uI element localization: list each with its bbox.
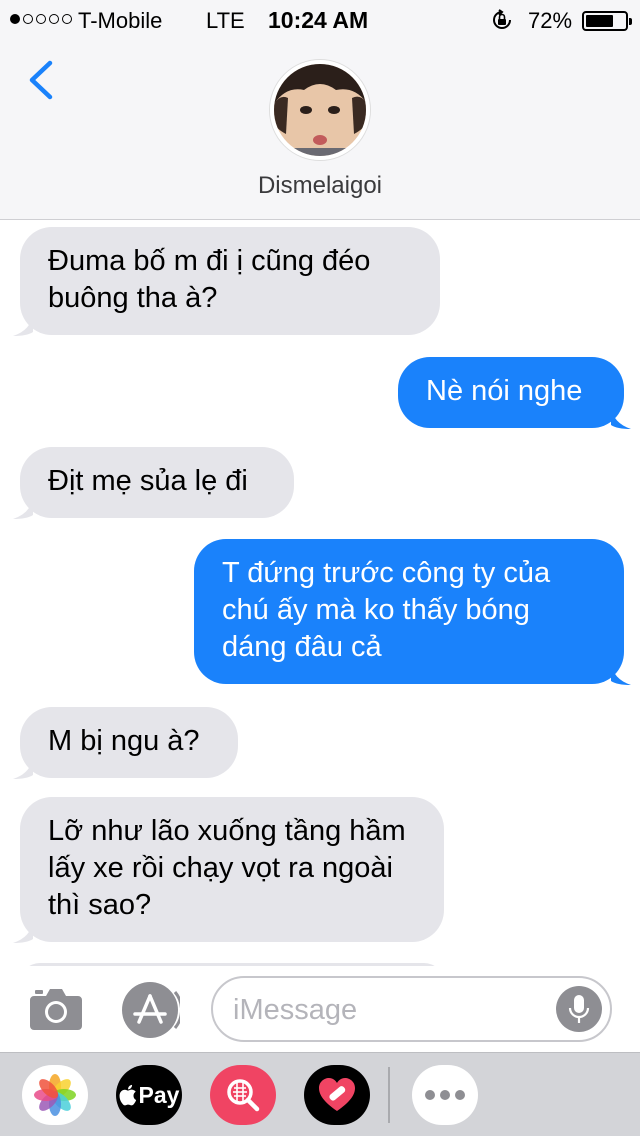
signal-strength-icon — [10, 14, 72, 24]
outgoing-message-bubble[interactable]: Nè nói nghe — [398, 357, 631, 429]
incoming-message-bubble[interactable]: Địt mẹ sủa lẹ đi — [13, 447, 294, 519]
message-text: Địt mẹ sủa lẹ đi — [48, 465, 248, 497]
apple-logo-icon — [119, 1084, 136, 1106]
more-icon[interactable] — [412, 1065, 478, 1125]
apple-pay-label: Pay — [138, 1081, 180, 1108]
bubble-tail — [13, 757, 33, 779]
network-type: LTE — [206, 8, 245, 33]
imessage-field[interactable] — [211, 976, 612, 1042]
bubble-tail — [13, 497, 33, 519]
app-drawer: Pay — [0, 1052, 640, 1136]
chevron-left-icon[interactable] — [26, 60, 56, 100]
drawer-divider — [388, 1067, 390, 1123]
message-list[interactable]: Đuma bố m đi ị cũng đéo buông tha à? Nè … — [0, 221, 640, 966]
bubble-tail — [13, 921, 33, 943]
incoming-message-bubble[interactable]: Đuma bố m đi ị cũng đéo buông tha à? — [13, 227, 440, 336]
app-store-icon[interactable] — [120, 980, 180, 1040]
carrier-name: T-Mobile — [78, 8, 163, 33]
battery-percent: 72% — [528, 8, 573, 33]
camera-icon[interactable] — [28, 984, 84, 1032]
message-input-bar — [0, 966, 640, 1052]
image-search-icon[interactable] — [210, 1065, 276, 1125]
message-text: Đuma bố m đi ị cũng đéo buông tha à? — [48, 245, 371, 314]
bubble-tail — [611, 407, 631, 429]
battery-icon — [582, 11, 632, 31]
message-text: M bị ngu à? — [48, 725, 200, 757]
contact-name[interactable]: Dismelaigoi — [0, 172, 640, 200]
apple-pay-icon[interactable]: Pay — [116, 1065, 182, 1125]
message-text: T đứng trước công ty của chú ấy mà ko th… — [222, 557, 551, 663]
status-bar: T-Mobile LTE 10:24 AM 72% — [0, 0, 640, 40]
contact-avatar[interactable] — [270, 60, 370, 160]
message-text: Nè nói nghe — [426, 375, 583, 407]
microphone-icon[interactable] — [556, 986, 602, 1032]
status-time: 10:24 AM — [268, 7, 369, 33]
bubble-tail — [13, 314, 33, 336]
incoming-message-bubble[interactable]: M bị ngu à? — [13, 707, 238, 779]
bubble-tail — [611, 663, 631, 685]
heart-sticker-icon[interactable] — [304, 1065, 370, 1125]
incoming-message-bubble[interactable]: Lỡ như lão xuống tầng hầm lấy xe rồi chạ… — [13, 797, 444, 943]
rotation-lock-icon — [493, 9, 511, 29]
outgoing-message-bubble[interactable]: T đứng trước công ty của chú ấy mà ko th… — [194, 539, 631, 685]
imessage-input[interactable] — [233, 990, 553, 1030]
photos-icon[interactable] — [22, 1065, 88, 1125]
message-text: Lỡ như lão xuống tầng hầm lấy xe rồi chạ… — [48, 815, 406, 921]
